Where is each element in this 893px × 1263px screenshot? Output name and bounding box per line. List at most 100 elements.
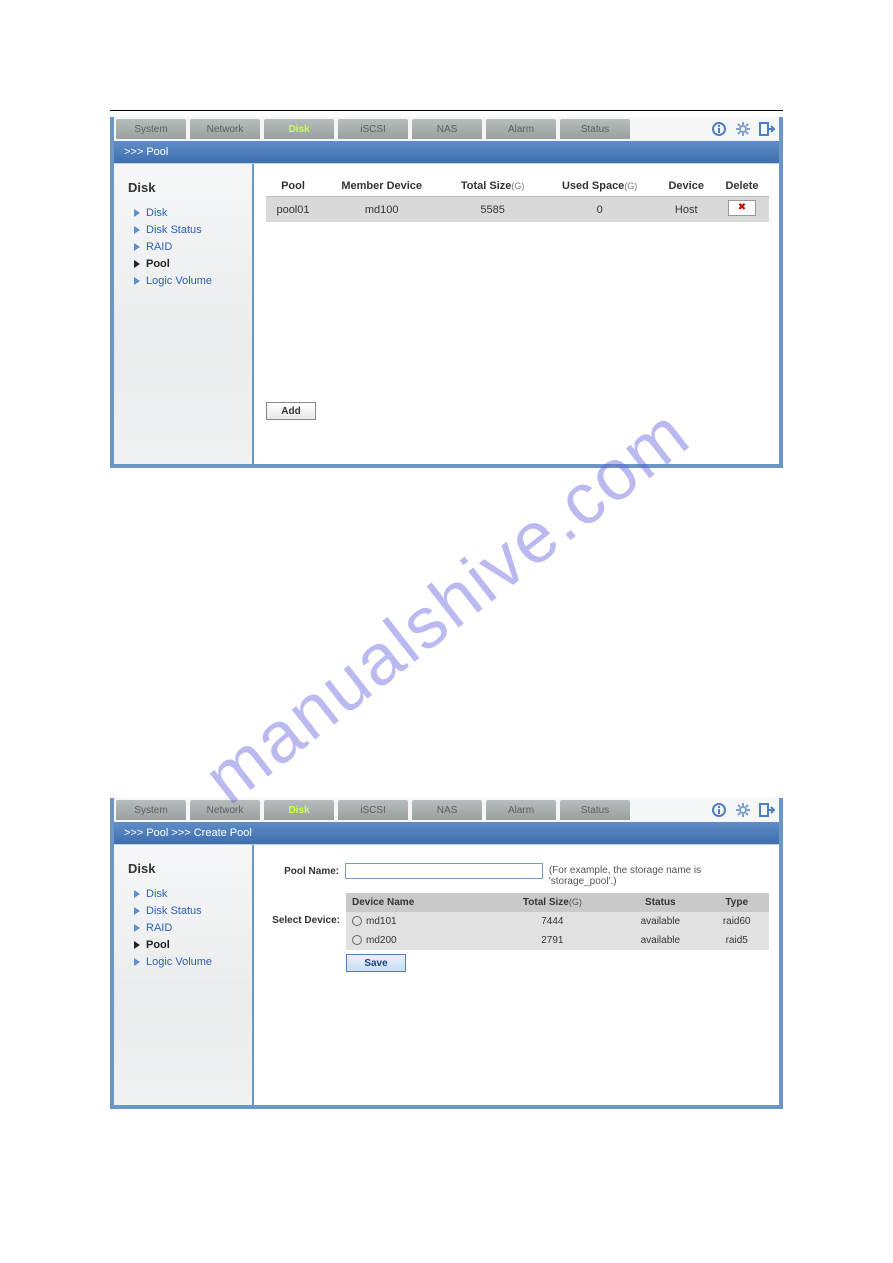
cell-total: 7444 (489, 912, 617, 931)
sidebar-item-label: Disk (146, 207, 167, 219)
sidebar-item-label: RAID (146, 241, 172, 253)
sidebar-item-label: Pool (146, 258, 170, 270)
cell-status: available (616, 912, 704, 931)
cell-status: available (616, 931, 704, 950)
cell-device-name: md200 (346, 931, 489, 950)
cell-type: raid5 (704, 931, 769, 950)
sidebar-item-disk-status[interactable]: Disk Status (134, 224, 252, 236)
main-tabbar: System Network Disk iSCSI NAS Alarm Stat… (114, 117, 779, 141)
gear-icon[interactable] (735, 121, 751, 137)
cell-delete (715, 197, 769, 223)
col-total-size: Total Size(G) (489, 893, 617, 912)
cell-member: md100 (320, 197, 443, 223)
table-row[interactable]: pool01 md100 5585 0 Host (266, 197, 769, 223)
select-device-label: Select Device: (266, 893, 346, 926)
col-used: Used Space(G) (542, 176, 658, 197)
sidebar-item-disk[interactable]: Disk (134, 888, 252, 900)
tab-disk[interactable]: Disk (264, 800, 334, 820)
content-area: Pool Name: (For example, the storage nam… (254, 845, 779, 1105)
col-device: Device (657, 176, 715, 197)
sidebar-header: Disk (128, 861, 252, 876)
tab-status[interactable]: Status (560, 800, 630, 820)
sidebar-item-label: Disk Status (146, 905, 202, 917)
tab-label: System (134, 805, 167, 816)
sidebar-header: Disk (128, 180, 252, 195)
cell-total: 5585 (443, 197, 541, 223)
pool-name-hint: (For example, the storage name is 'stora… (549, 863, 769, 887)
add-button-label: Add (281, 406, 300, 417)
tab-nas[interactable]: NAS (412, 119, 482, 139)
tab-label: iSCSI (360, 805, 386, 816)
sidebar-item-raid[interactable]: RAID (134, 922, 252, 934)
sidebar-item-logic-volume[interactable]: Logic Volume (134, 956, 252, 968)
cell-pool: pool01 (266, 197, 320, 223)
tab-label: iSCSI (360, 124, 386, 135)
breadcrumb-text: >>> Pool (124, 146, 168, 158)
tab-label: NAS (437, 805, 458, 816)
radio-icon[interactable] (352, 935, 362, 945)
tab-label: Alarm (508, 124, 534, 135)
logout-icon[interactable] (759, 121, 775, 137)
chevron-right-icon (134, 277, 140, 285)
tab-system[interactable]: System (116, 119, 186, 139)
chevron-right-icon (134, 243, 140, 251)
cell-total: 2791 (489, 931, 617, 950)
gear-icon[interactable] (735, 802, 751, 818)
page-top-rule (110, 110, 783, 111)
tab-label: Network (207, 124, 244, 135)
pool-name-input[interactable] (345, 863, 543, 879)
tab-label: Status (581, 805, 609, 816)
tab-label: Network (207, 805, 244, 816)
add-button[interactable]: Add (266, 402, 316, 420)
col-total: Total Size(G) (443, 176, 541, 197)
pool-panel: System Network Disk iSCSI NAS Alarm Stat… (110, 117, 783, 468)
tab-network[interactable]: Network (190, 800, 260, 820)
breadcrumb: >>> Pool (114, 141, 779, 163)
tab-iscsi[interactable]: iSCSI (338, 119, 408, 139)
chevron-right-icon (134, 958, 140, 966)
sidebar-item-pool[interactable]: Pool (134, 939, 252, 951)
cell-device: Host (657, 197, 715, 223)
save-button[interactable]: Save (346, 954, 406, 972)
chevron-right-icon (134, 226, 140, 234)
save-button-label: Save (364, 958, 387, 969)
sidebar-item-label: Disk Status (146, 224, 202, 236)
logout-icon[interactable] (759, 802, 775, 818)
main-tabbar: System Network Disk iSCSI NAS Alarm Stat… (114, 798, 779, 822)
info-icon[interactable] (711, 802, 727, 818)
sidebar-item-disk-status[interactable]: Disk Status (134, 905, 252, 917)
tab-nas[interactable]: NAS (412, 800, 482, 820)
tab-alarm[interactable]: Alarm (486, 119, 556, 139)
table-row[interactable]: md200 2791 available raid5 (346, 931, 769, 950)
sidebar-item-label: RAID (146, 922, 172, 934)
tab-disk[interactable]: Disk (264, 119, 334, 139)
cell-used: 0 (542, 197, 658, 223)
tab-network[interactable]: Network (190, 119, 260, 139)
tab-label: Disk (288, 124, 309, 135)
sidebar: Disk Disk Disk Status RAID Pool Logic Vo… (114, 845, 254, 1105)
table-row[interactable]: md101 7444 available raid60 (346, 912, 769, 931)
info-icon[interactable] (711, 121, 727, 137)
col-delete: Delete (715, 176, 769, 197)
tab-status[interactable]: Status (560, 119, 630, 139)
sidebar-item-label: Logic Volume (146, 275, 212, 287)
sidebar-item-disk[interactable]: Disk (134, 207, 252, 219)
col-pool: Pool (266, 176, 320, 197)
tab-system[interactable]: System (116, 800, 186, 820)
sidebar-item-raid[interactable]: RAID (134, 241, 252, 253)
sidebar-item-logic-volume[interactable]: Logic Volume (134, 275, 252, 287)
chevron-right-icon (134, 924, 140, 932)
tab-alarm[interactable]: Alarm (486, 800, 556, 820)
tab-iscsi[interactable]: iSCSI (338, 800, 408, 820)
sidebar-item-label: Pool (146, 939, 170, 951)
col-device-name: Device Name (346, 893, 489, 912)
delete-button[interactable] (728, 200, 756, 216)
sidebar-item-pool[interactable]: Pool (134, 258, 252, 270)
cell-device-name: md101 (346, 912, 489, 931)
content-area: Pool Member Device Total Size(G) Used Sp… (254, 164, 779, 464)
tab-label: Disk (288, 805, 309, 816)
chevron-right-icon (134, 907, 140, 915)
cell-type: raid60 (704, 912, 769, 931)
breadcrumb-text: >>> Pool >>> Create Pool (124, 827, 252, 839)
radio-icon[interactable] (352, 916, 362, 926)
